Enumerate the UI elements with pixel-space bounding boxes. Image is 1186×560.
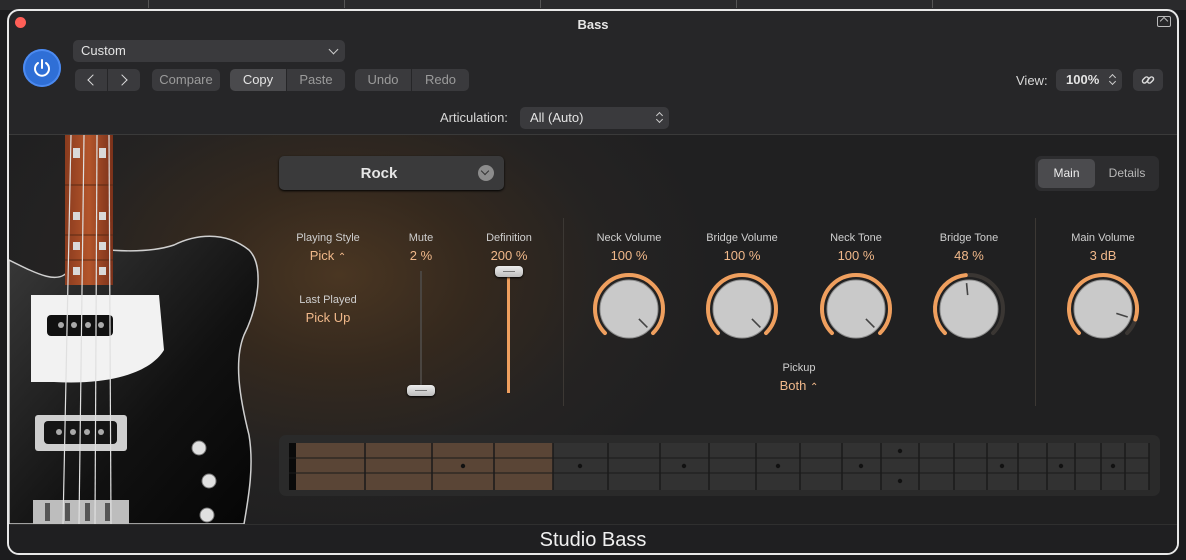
- bass-model-select[interactable]: Rock: [279, 156, 504, 190]
- bridge-volume-knob[interactable]: [704, 271, 780, 347]
- fretboard-display[interactable]: [279, 435, 1160, 496]
- preset-select[interactable]: Custom: [73, 40, 345, 62]
- chevron-right-icon: [116, 74, 128, 86]
- compare-button[interactable]: Compare: [152, 69, 220, 91]
- previous-preset-button[interactable]: [75, 69, 107, 91]
- view-tabs: Main Details: [1035, 156, 1159, 191]
- tab-details[interactable]: Details: [1097, 159, 1157, 188]
- redo-button[interactable]: Redo: [412, 69, 469, 91]
- bridge-tone-knob[interactable]: [931, 271, 1007, 347]
- next-preset-button[interactable]: [108, 69, 140, 91]
- title-bar: Bass: [9, 11, 1177, 35]
- pickup-label: Pickup: [782, 362, 816, 374]
- last-played-value: Pick Up: [305, 310, 351, 325]
- stepper-icon: [656, 111, 663, 124]
- mute-slider-thumb[interactable]: [407, 385, 435, 396]
- timeline-tick: [148, 0, 149, 8]
- expand-icon[interactable]: [1157, 16, 1171, 27]
- bridge-tone-label: Bridge Tone: [939, 232, 999, 244]
- bridge-tone-value: 48 %: [954, 248, 984, 263]
- stepper-icon: ⌃: [337, 252, 347, 263]
- definition-slider-thumb[interactable]: [495, 266, 523, 277]
- divider: [563, 218, 564, 406]
- bass-model-value: Rock: [360, 165, 398, 182]
- timeline-tick: [932, 0, 933, 8]
- articulation-value: All (Auto): [530, 110, 584, 125]
- stepper-icon: [1109, 73, 1116, 86]
- neck-tone-label: Neck Tone: [830, 232, 882, 244]
- plugin-name: Studio Bass: [539, 529, 647, 551]
- main-volume-knob[interactable]: [1065, 271, 1141, 347]
- view-zoom-select[interactable]: 100%: [1056, 69, 1122, 91]
- view-label: View:: [1016, 73, 1048, 88]
- knob-body: [599, 279, 659, 339]
- bridge-volume-label: Bridge Volume: [706, 232, 778, 244]
- neck-volume-knob[interactable]: [591, 271, 667, 347]
- view-zoom-value: 100%: [1066, 72, 1100, 87]
- paste-button[interactable]: Paste: [287, 69, 345, 91]
- power-icon: [34, 59, 50, 77]
- preset-value: Custom: [81, 43, 126, 58]
- mute-label: Mute: [408, 232, 434, 244]
- power-button[interactable]: [23, 49, 61, 87]
- playing-style-select[interactable]: Pick ⌃: [279, 248, 377, 263]
- knob-body: [939, 279, 999, 339]
- mute-value: 2 %: [409, 248, 433, 263]
- bass-guitar-image: [9, 135, 259, 524]
- playing-style-value: Pick: [309, 248, 335, 263]
- neck-volume-label: Neck Volume: [596, 232, 662, 244]
- chevron-down-icon: [328, 44, 339, 55]
- window-title: Bass: [577, 17, 609, 32]
- articulation-label: Articulation:: [440, 110, 508, 125]
- bridge-volume-value: 100 %: [723, 248, 761, 263]
- pickup-select[interactable]: Both ⌃: [769, 378, 829, 393]
- divider: [1035, 218, 1036, 406]
- plugin-window: Bass Custom Compare Copy Paste Undo Redo…: [7, 9, 1179, 555]
- knob-body: [712, 279, 772, 339]
- timeline-tick: [736, 0, 737, 8]
- neck-tone-knob[interactable]: [818, 271, 894, 347]
- main-volume-value: 3 dB: [1089, 248, 1117, 263]
- knob-body: [826, 279, 886, 339]
- chevron-left-icon: [87, 74, 99, 86]
- link-icon: [1141, 76, 1155, 84]
- footer-bar: Studio Bass: [9, 524, 1177, 553]
- articulation-select[interactable]: All (Auto): [520, 107, 669, 129]
- chevron-down-icon: [478, 165, 494, 181]
- main-volume-label: Main Volume: [1071, 232, 1135, 244]
- stepper-icon: ⌃: [809, 382, 819, 393]
- knob-body: [1073, 279, 1133, 339]
- last-played-label: Last Played: [299, 294, 357, 306]
- link-button[interactable]: [1133, 69, 1163, 91]
- neck-volume-value: 100 %: [610, 248, 648, 263]
- neck-tone-value: 100 %: [837, 248, 875, 263]
- copy-button[interactable]: Copy: [230, 69, 286, 91]
- tab-main[interactable]: Main: [1038, 159, 1095, 188]
- timeline-tick: [540, 0, 541, 8]
- playing-style-label: Playing Style: [296, 232, 360, 244]
- definition-value: 200 %: [490, 248, 528, 263]
- timeline-tick: [344, 0, 345, 8]
- definition-label: Definition: [486, 232, 532, 244]
- definition-slider-track[interactable]: [507, 271, 510, 393]
- mute-slider-track[interactable]: [420, 271, 422, 391]
- fretboard-grid: [289, 443, 1150, 490]
- undo-button[interactable]: Undo: [355, 69, 411, 91]
- knob-indicator: [965, 283, 969, 296]
- pickup-value: Both: [779, 378, 807, 393]
